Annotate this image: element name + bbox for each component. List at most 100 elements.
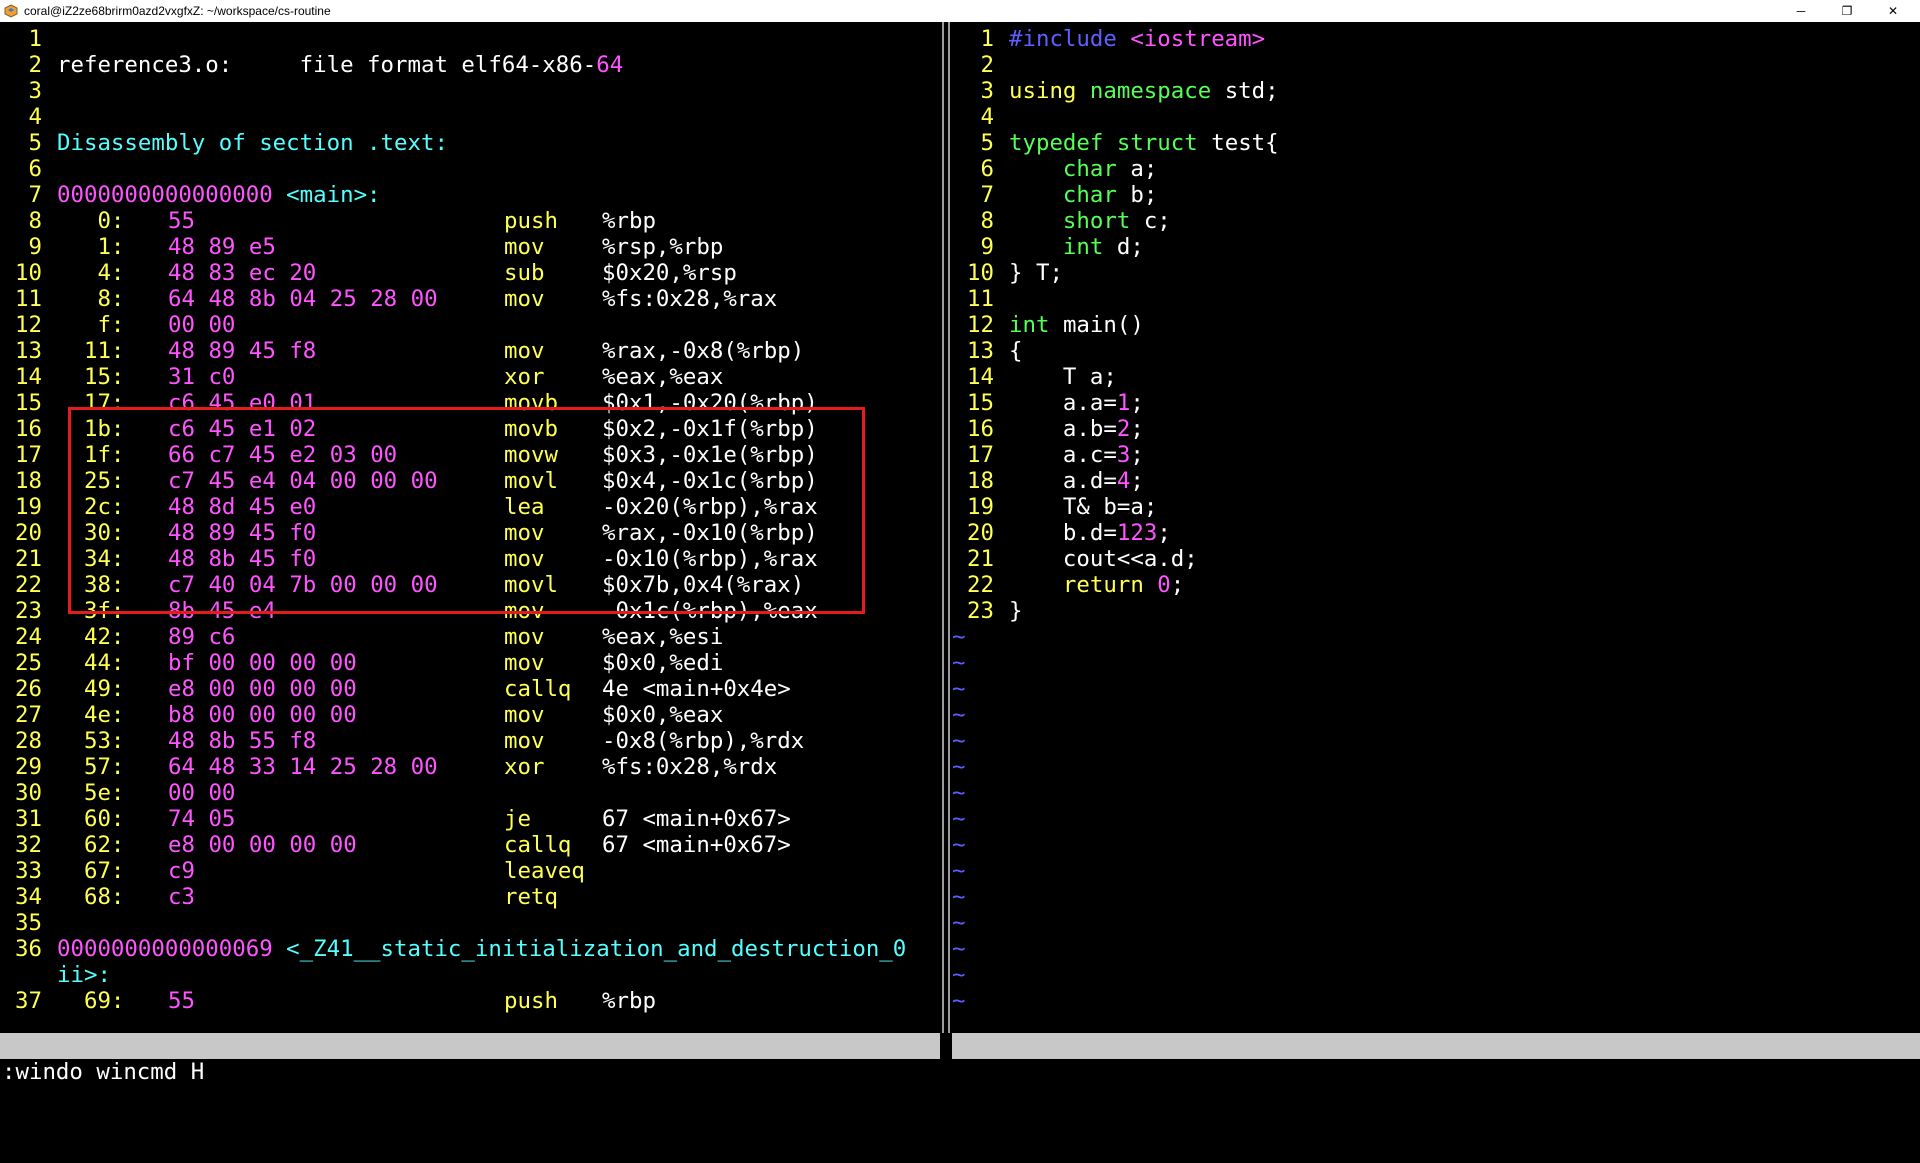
instruction-offset: f: [57,312,125,338]
tilde-filler: ~ [952,832,966,858]
instruction-mnemonic: mov [504,598,545,624]
file-format-number: 64 [596,52,624,78]
instruction-mnemonic: callq [504,832,572,858]
empty-buffer-line: ~ [952,858,1920,884]
code-line: 37 69: 55 push %rbp [0,988,940,1014]
machine-code-bytes: 89 c6 [168,624,236,650]
vertical-split-separator[interactable] [940,22,952,1033]
line-number: 33 [15,858,42,884]
code-token: 123 [1116,520,1158,546]
code-token: ; [1130,416,1144,442]
line-number: 22 [15,572,42,598]
instruction-offset: 2c: [57,494,125,520]
instruction-offset: 8: [57,286,125,312]
line-text: char a; [1009,156,1157,182]
minimize-button[interactable]: ─ [1778,0,1824,22]
editor-pane-disassembly[interactable]: 1 2 reference3.o: file format elf64-x86-64… [0,26,940,1033]
line-number: 27 [15,702,42,728]
machine-code-bytes: 64 48 8b 04 25 28 00 [168,286,438,312]
machine-code-bytes: c7 40 04 7b 00 00 00 [168,572,438,598]
instruction-mnemonic: movl [504,468,558,494]
close-button[interactable]: ✕ [1870,0,1916,22]
empty-buffer-line: ~ [952,988,1920,1014]
instruction-offset: 1: [57,234,125,260]
statusline-right: reference3.cpp 1,1 All [952,1033,1920,1137]
code-token: { [1009,338,1023,364]
code-token: ; [1130,390,1144,416]
tilde-filler: ~ [952,936,966,962]
code-line: 25 44: bf 00 00 00 00 mov $0x0,%edi [0,650,940,676]
vim-command-line[interactable]: :windo wincmd H [2,1059,204,1085]
instruction-mnemonic: callq [504,676,572,702]
line-text: return 0; [1009,572,1184,598]
line-number: 4 [980,104,994,130]
machine-code-bytes: 48 89 45 f8 [168,338,317,364]
code-line: 22 return 0; [952,572,1920,598]
code-line: 4 [0,104,940,130]
code-token: namespace [1089,78,1212,104]
machine-code-bytes: 55 [168,208,195,234]
maximize-button[interactable]: ❐ [1824,0,1870,22]
code-token: a [1062,468,1077,494]
statusline-scroll-position: Top [896,1111,937,1137]
line-number: 16 [15,416,42,442]
code-token: b [1103,494,1117,520]
statusline-scroll-position: All [1850,1111,1891,1137]
code-token: << [1116,546,1144,572]
line-number: 2 [980,52,994,78]
code-token: d [1116,234,1131,260]
code-token: a [1062,416,1077,442]
code-token: b [1089,416,1104,442]
code-token: ; [1157,208,1171,234]
line-number: 30 [15,780,42,806]
line-number: 8 [28,208,42,234]
empty-buffer-line: ~ [952,832,1920,858]
code-line: 10 4: 48 83 ec 20 sub $0x20,%rsp [0,260,940,286]
line-number: 9 [28,234,42,260]
tilde-filler: ~ [952,780,966,806]
code-line: 34 68: c3 retq [0,884,940,910]
instruction-offset: 1f: [57,442,125,468]
code-token: typedef [1009,130,1104,156]
instruction-offset: 4e: [57,702,125,728]
code-line: 11 [952,286,1920,312]
instruction-operands: %rax,-0x8(%rbp) [602,338,805,364]
code-line: 24 42: 89 c6 mov %eax,%esi [0,624,940,650]
instruction-mnemonic: movb [504,390,558,416]
line-text: a.d=4; [1009,468,1144,494]
code-token: char [1062,182,1117,208]
line-number: 19 [15,494,42,520]
editor-pane-source[interactable]: 1 #include <iostream> 2 3 using namespace st… [952,26,1920,1033]
code-line: 21 34: 48 8b 45 f0 mov -0x10(%rbp),%rax [0,546,940,572]
code-token: ; [1143,156,1158,182]
line-number: 22 [967,572,994,598]
instruction-mnemonic: retq [504,884,558,910]
machine-code-bytes: 66 c7 45 e2 03 00 [168,442,398,468]
code-token: . [1076,416,1090,442]
tilde-filler: ~ [952,650,966,676]
line-number: 11 [15,286,42,312]
instruction-offset: 5e: [57,780,125,806]
line-number: 29 [15,754,42,780]
code-token: ; [1049,260,1063,286]
instruction-offset: 1b: [57,416,125,442]
instruction-offset: 62: [57,832,125,858]
tilde-filler: ~ [952,962,966,988]
code-token: b [1130,182,1144,208]
code-line: 10} T; [952,260,1920,286]
machine-code-bytes: c3 [168,884,195,910]
terminal-area[interactable]: 1 2 reference3.o: file format elf64-x86-64… [0,22,1920,1137]
code-token: . [1076,442,1090,468]
code-token: using [1009,78,1077,104]
code-line: 2 [952,52,1920,78]
instruction-offset: 44: [57,650,125,676]
line-text: } T; [1009,260,1063,286]
code-token: ; [1265,78,1279,104]
line-number: 11 [967,286,994,312]
